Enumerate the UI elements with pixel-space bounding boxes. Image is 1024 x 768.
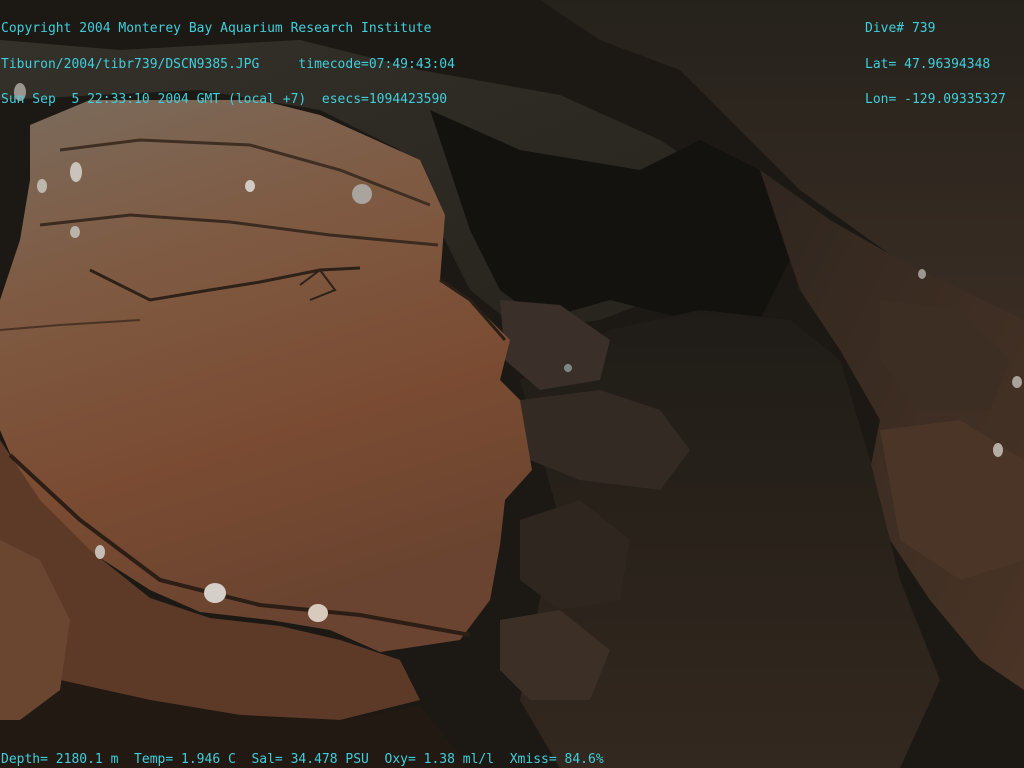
sponge-organism: [245, 180, 255, 192]
sponge-organism: [993, 443, 1003, 457]
overlay-latitude: Lat= 47.96394348: [865, 56, 991, 72]
sponge-organism: [95, 545, 105, 559]
overlay-date-line: Sun Sep 5 22:33:10 2004 GMT (local +7) e…: [1, 91, 448, 107]
overlay-longitude: Lon= -129.09335327: [865, 91, 1006, 107]
sponge-organism: [308, 604, 328, 622]
sponge-organism: [564, 364, 572, 372]
sponge-organism: [1012, 376, 1022, 388]
sponge-organism: [204, 583, 226, 603]
overlay-dive-number: Dive# 739: [865, 21, 936, 37]
sponge-organism: [37, 179, 47, 193]
sponge-organism: [70, 226, 80, 238]
rov-frame: Copyright 2004 Monterey Bay Aquarium Res…: [0, 0, 1024, 768]
overlay-header-right: Dive# 739 Lat= 47.96394348 Lon= -129.093…: [865, 0, 1006, 129]
overlay-header-left: Copyright 2004 Monterey Bay Aquarium Res…: [1, 0, 455, 129]
overlay-sensor-readout: Depth= 2180.1 m Temp= 1.946 C Sal= 34.47…: [1, 752, 604, 767]
overlay-file-timecode-line: Tiburon/2004/tibr739/DSCN9385.JPG timeco…: [1, 56, 455, 72]
sponge-organism: [70, 162, 82, 182]
sponge-organism: [352, 184, 372, 204]
overlay-copyright-line: Copyright 2004 Monterey Bay Aquarium Res…: [1, 21, 432, 37]
sponge-organism: [918, 269, 926, 279]
